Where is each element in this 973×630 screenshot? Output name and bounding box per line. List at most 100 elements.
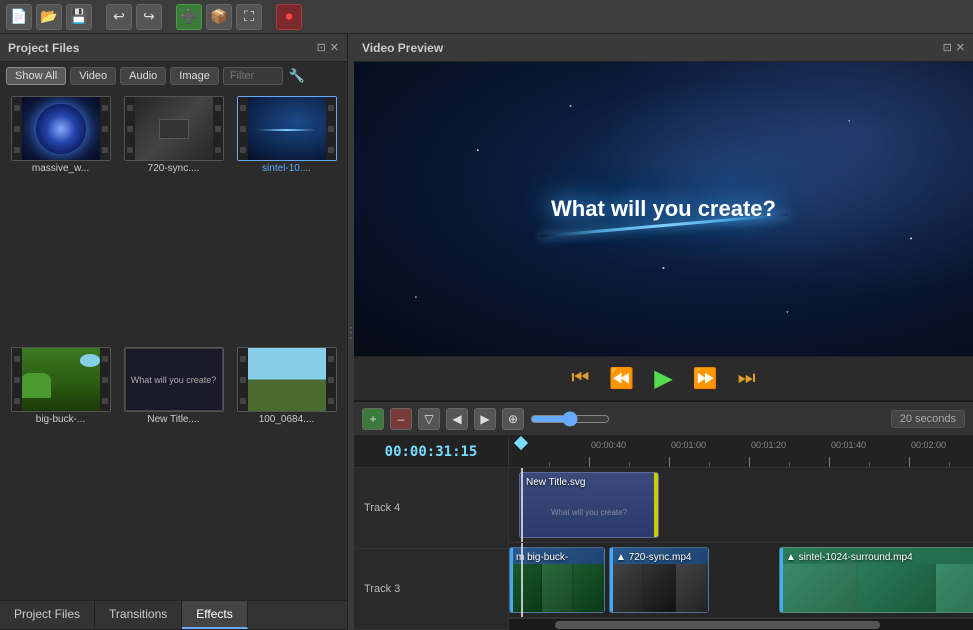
ruler-mark-120: [749, 457, 750, 467]
clip-720-sync[interactable]: ▲ 720-sync.mp4: [609, 547, 709, 613]
timeline-duration: 20 seconds: [891, 410, 965, 428]
play-button[interactable]: ▶: [648, 360, 678, 397]
media-label-massive-w: massive_w...: [32, 163, 89, 174]
undo-button[interactable]: ↩: [106, 4, 132, 30]
tl-center-button[interactable]: ⊕: [502, 408, 524, 430]
go-end-button[interactable]: ⏭: [732, 363, 762, 394]
media-item-big-buck[interactable]: big-buck-...: [6, 347, 115, 594]
main-layout: Project Files ⊡ ✕ Show All Video Audio I…: [0, 34, 973, 630]
video-preview-header: Video Preview ⊡ ✕: [354, 34, 973, 62]
clip-sintel-audio[interactable]: ▲ sintel-1024-surround.mp4: [779, 547, 973, 613]
media-item-100-0684[interactable]: 100_0684....: [232, 347, 341, 594]
track-label-4: Track 4: [354, 468, 508, 549]
media-item-massive-w[interactable]: massive_w...: [6, 96, 115, 343]
tl-prev-button[interactable]: ◀: [446, 408, 468, 430]
ruler-mark-100: [669, 457, 670, 467]
new-button[interactable]: 📄: [6, 4, 32, 30]
tab-transitions[interactable]: Transitions: [95, 601, 182, 629]
clip-sintel-label: ▲ sintel-1024-surround.mp4: [786, 552, 913, 563]
clip-end-marker: [654, 473, 658, 537]
tab-project-files[interactable]: Project Files: [0, 601, 95, 629]
media-label-720-sync: 720-sync....: [148, 163, 200, 174]
clip-new-title[interactable]: New Title.svg What will you create?: [519, 472, 659, 538]
clip-start-marker: [510, 548, 513, 612]
filter-input[interactable]: [223, 67, 283, 85]
toolbar: 📄 📂 💾 ↩ ↪ ➕ 📦 ⛶ ⏺: [0, 0, 973, 34]
track3-row: m big-buck- ▲ 720-sync.mp4: [509, 543, 973, 618]
clip-720-start-marker: [610, 548, 613, 612]
ruler-mark-200: [909, 457, 910, 467]
track-labels: 00:00:31:15 Track 4 Track 3: [354, 436, 509, 630]
fullscreen-button[interactable]: ⛶: [236, 4, 262, 30]
pf-close-icon[interactable]: ✕: [330, 41, 339, 54]
timeline: + – ▽ ◀ ▶ ⊕ 20 seconds 00:00:31:15 Track…: [354, 400, 973, 630]
playback-controls: ⏮ ⏪ ▶ ⏩ ⏭: [354, 356, 973, 400]
ruler-label-40: 00:00:40: [591, 440, 626, 450]
filter-image-button[interactable]: Image: [170, 67, 219, 85]
ruler-label-140: 00:01:40: [831, 440, 866, 450]
redo-button[interactable]: ↪: [136, 4, 162, 30]
pf-icon1[interactable]: ⊡: [317, 41, 326, 54]
ruler-mark-major: [589, 457, 590, 467]
media-grid: massive_w... 720-sy: [0, 90, 347, 600]
filter-video-button[interactable]: Video: [70, 67, 116, 85]
export-button[interactable]: 📦: [206, 4, 232, 30]
clip-720-sync-label: ▲ 720-sync.mp4: [616, 552, 691, 563]
vp-close-icon[interactable]: ✕: [956, 41, 965, 54]
time-display: 00:00:31:15: [354, 436, 508, 468]
vp-header-icons: ⊡ ✕: [943, 41, 965, 54]
track-label-3: Track 3: [354, 549, 508, 630]
vp-icon1[interactable]: ⊡: [943, 41, 952, 54]
media-label-100-0684: 100_0684....: [259, 414, 315, 425]
ruler-mark-140: [829, 457, 830, 467]
ruler-label-200: 00:02:00: [911, 440, 946, 450]
filter-row: Show All Video Audio Image 🔧: [0, 62, 347, 90]
media-item-720-sync[interactable]: 720-sync....: [119, 96, 228, 343]
video-preview-area: What will you create?: [354, 62, 973, 356]
tl-remove-button[interactable]: –: [390, 408, 412, 430]
video-overlay-text: What will you create?: [551, 196, 776, 222]
project-files-header: Project Files ⊡ ✕: [0, 34, 347, 62]
go-start-button[interactable]: ⏮: [565, 363, 595, 394]
nebula: [602, 62, 973, 297]
record-button[interactable]: ⏺: [276, 4, 302, 30]
ruler-label-120: 00:01:20: [751, 440, 786, 450]
rewind-button[interactable]: ⏪: [603, 362, 640, 395]
open-button[interactable]: 📂: [36, 4, 62, 30]
video-preview-title: Video Preview: [362, 41, 443, 55]
timeline-ruler: 00:00:40 00:01:00 00:01:20 00:01:40 00:0…: [509, 436, 973, 468]
track-content: 00:00:40 00:01:00 00:01:20 00:01:40 00:0…: [509, 436, 973, 630]
project-files-title: Project Files: [8, 41, 79, 55]
ruler-label-100: 00:01:00: [671, 440, 706, 450]
timeline-content: 00:00:31:15 Track 4 Track 3 00:00:40: [354, 436, 973, 630]
media-label-big-buck: big-buck-...: [36, 414, 85, 425]
save-button[interactable]: 💾: [66, 4, 92, 30]
tl-add-button[interactable]: +: [362, 408, 384, 430]
playhead-indicator: [514, 436, 528, 450]
left-panel: Project Files ⊡ ✕ Show All Video Audio I…: [0, 34, 348, 630]
timeline-zoom-slider[interactable]: [530, 411, 610, 427]
video-canvas: What will you create?: [354, 62, 973, 356]
fast-forward-button[interactable]: ⏩: [687, 362, 724, 395]
filter-all-button[interactable]: Show All: [6, 67, 66, 85]
tl-next-button[interactable]: ▶: [474, 408, 496, 430]
pf-header-icons: ⊡ ✕: [317, 41, 339, 54]
media-item-sintel[interactable]: sintel-10....: [232, 96, 341, 343]
filter-audio-button[interactable]: Audio: [120, 67, 166, 85]
bottom-tabs: Project Files Transitions Effects: [0, 600, 347, 630]
clip-big-buck-label: m big-buck-: [516, 552, 568, 563]
media-label-sintel: sintel-10....: [262, 163, 311, 174]
clip-sintel-start-marker: [780, 548, 783, 612]
tab-effects[interactable]: Effects: [182, 601, 247, 629]
media-item-new-title[interactable]: What will you create? New Title....: [119, 347, 228, 594]
timeline-scrollbar-thumb[interactable]: [555, 621, 880, 629]
right-panel: Video Preview ⊡ ✕ What will you create? …: [354, 34, 973, 630]
import-button[interactable]: ➕: [176, 4, 202, 30]
tl-filter-button[interactable]: ▽: [418, 408, 440, 430]
timeline-toolbar: + – ▽ ◀ ▶ ⊕ 20 seconds: [354, 402, 973, 436]
media-label-new-title: New Title....: [147, 414, 199, 425]
filter-clear-button[interactable]: 🔧: [287, 68, 307, 84]
clip-big-buck[interactable]: m big-buck-: [509, 547, 605, 613]
track4-row: New Title.svg What will you create?: [509, 468, 973, 543]
timeline-scrollbar[interactable]: [509, 618, 973, 630]
